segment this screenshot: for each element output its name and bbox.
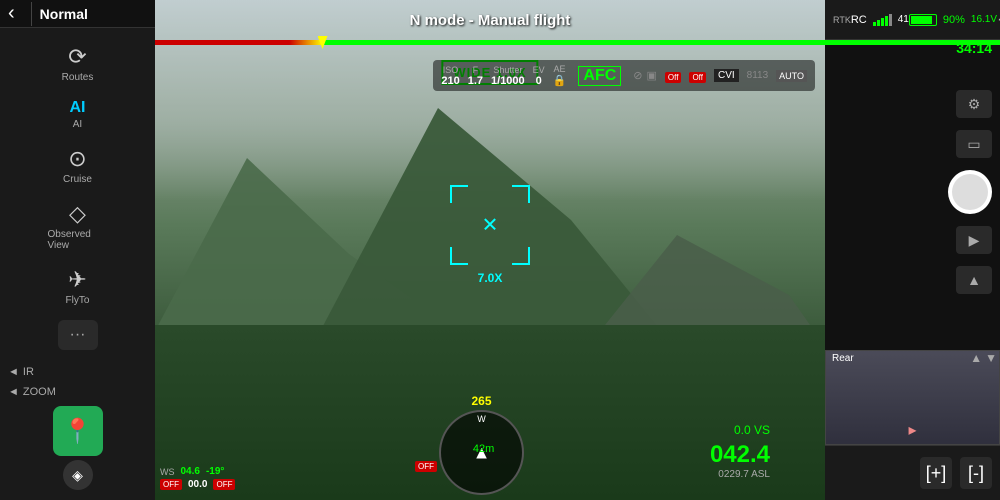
observed-label: Observed View	[48, 229, 108, 251]
shutter-button[interactable]	[948, 170, 992, 214]
sidebar-item-ai[interactable]: AI AI	[38, 93, 118, 136]
frame-icon: ▭	[967, 136, 980, 153]
map-icon[interactable]: 📍	[53, 406, 103, 456]
right-controls: ⚙ ▭ ▶ ▲	[825, 40, 1000, 294]
nav-up-icon: ▲	[967, 272, 981, 288]
flyto-icon: ✈	[68, 267, 86, 293]
camera-view: N mode - Manual flight WIDE 1.0X ISO 210…	[155, 0, 825, 500]
ir-label[interactable]: ◄ IR	[8, 362, 147, 382]
right-top-status: RTK RC 41 90% 16.1V ···	[825, 0, 1000, 40]
top-bar: ‹ Normal	[0, 0, 155, 28]
rear-camera: Rear ▲ ▼ ▸	[825, 350, 1000, 445]
rear-nav-icon: ▸	[908, 420, 916, 440]
observed-icon: ◇	[69, 201, 86, 227]
rtk-label: RTK	[833, 15, 851, 25]
right-sidebar: RTK RC 41 90% 16.1V ··· 34:14 ⚙	[825, 0, 1000, 500]
ai-label: AI	[73, 119, 82, 130]
rear-down-button[interactable]: ▼	[985, 351, 997, 365]
ai-icon: AI	[70, 99, 86, 117]
rc-signal-bars	[873, 14, 892, 26]
back-button[interactable]: ‹	[8, 2, 15, 25]
battery-voltage: 16.1V	[971, 14, 997, 25]
play-icon: ▶	[969, 232, 980, 249]
rear-up-button[interactable]: ▲	[970, 351, 982, 365]
battery-pct: 90%	[943, 14, 965, 26]
sidebar-bottom: ◄ IR ◄ ZOOM 📍 ◈	[0, 354, 155, 500]
battery-fill	[911, 16, 933, 24]
nav-up-button[interactable]: ▲	[956, 266, 992, 294]
battery-bar	[909, 14, 937, 26]
sidebar-item-routes[interactable]: ⟳ Routes	[38, 38, 118, 89]
sidebar-item-flyto[interactable]: ✈ FlyTo	[38, 261, 118, 312]
foreground-trees	[155, 325, 825, 500]
mode-label[interactable]: Normal	[40, 6, 88, 22]
rtk-status: RTK	[833, 15, 851, 25]
timer-display: 34:14	[956, 40, 992, 56]
rc-label: RC	[851, 14, 867, 26]
zoom-out-button[interactable]: [-]	[960, 457, 992, 489]
sidebar-item-observed-view[interactable]: ◇ Observed View	[38, 195, 118, 257]
progress-bar-red	[155, 40, 323, 45]
rear-camera-controls: ▲ ▼	[970, 351, 997, 365]
more-button[interactable]: ···	[58, 320, 98, 350]
routes-label: Routes	[62, 72, 94, 83]
zoom-controls: [+] [-]	[825, 445, 1000, 500]
map-sub-button[interactable]: ◈	[63, 460, 93, 490]
zoom-in-button[interactable]: [+]	[920, 457, 952, 489]
zoom-in-icon: [+]	[926, 463, 947, 484]
play-button[interactable]: ▶	[956, 226, 992, 254]
nav-items: ⟳ Routes AI AI ⊙ Cruise ◇ Observed View …	[0, 28, 155, 354]
cruise-icon: ⊙	[68, 146, 86, 172]
routes-icon: ⟳	[68, 44, 86, 70]
settings-button[interactable]: ⚙	[956, 90, 992, 118]
zoom-triangle-icon: ◄	[8, 386, 19, 398]
main-top-bar: N mode - Manual flight	[155, 0, 825, 40]
divider	[31, 2, 32, 26]
flight-mode-title: N mode - Manual flight	[410, 12, 571, 29]
rear-camera-label: Rear	[832, 353, 854, 364]
ir-triangle-icon: ◄	[8, 366, 19, 378]
frame-button[interactable]: ▭	[956, 130, 992, 158]
left-sidebar: ‹ Normal ⟳ Routes AI AI ⊙ Cruise ◇ Obser…	[0, 0, 155, 500]
progress-bar	[155, 40, 825, 45]
shutter-inner	[952, 174, 988, 210]
rc-signal-value: 41	[898, 14, 909, 25]
zoom-out-icon: [-]	[968, 463, 984, 484]
battery-status: 90% 16.1V	[909, 14, 997, 26]
cruise-label: Cruise	[63, 174, 92, 185]
settings-icon: ⚙	[968, 96, 981, 113]
zoom-label[interactable]: ◄ ZOOM	[8, 382, 147, 402]
flyto-label: FlyTo	[66, 295, 90, 306]
rc-status: RC 41	[851, 14, 909, 26]
sidebar-item-cruise[interactable]: ⊙ Cruise	[38, 140, 118, 191]
